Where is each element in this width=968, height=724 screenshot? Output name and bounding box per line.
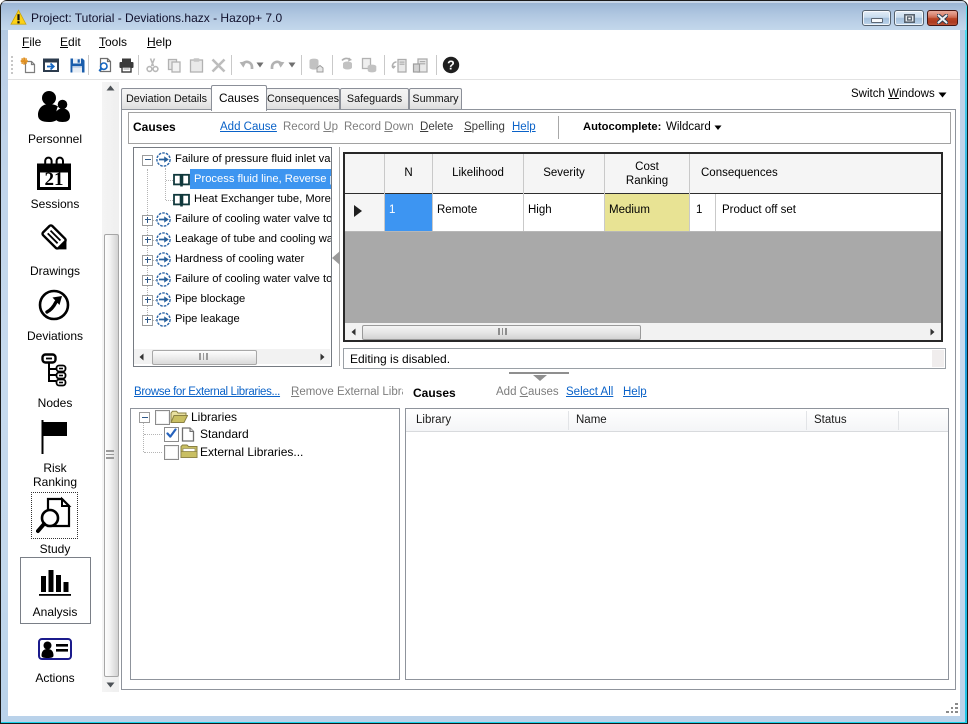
- svg-text:?: ?: [447, 58, 455, 72]
- svg-text:21: 21: [45, 169, 64, 190]
